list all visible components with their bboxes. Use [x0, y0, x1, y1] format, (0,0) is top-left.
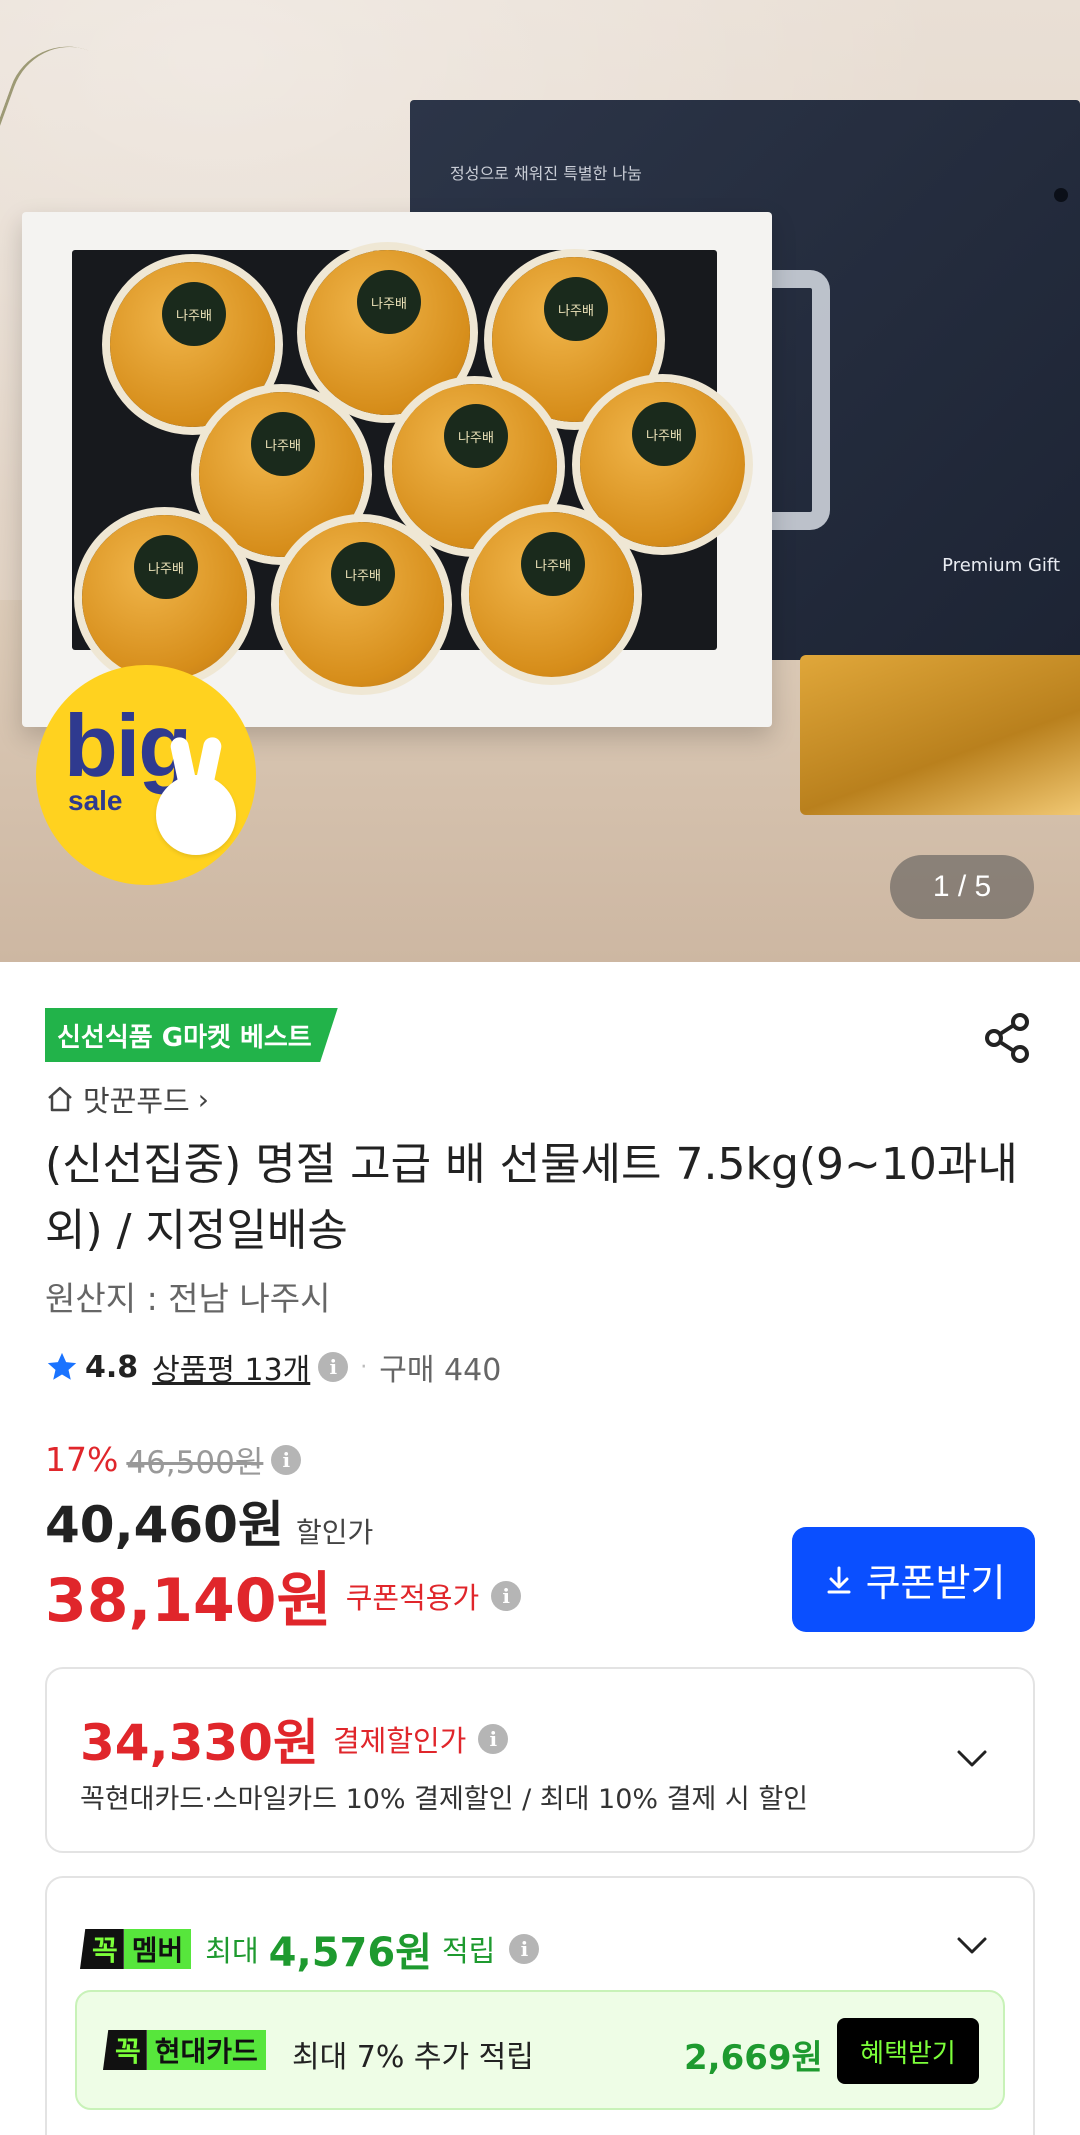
info-icon[interactable]: i [318, 1352, 349, 1382]
get-benefit-button[interactable]: 혜택받기 [837, 2018, 979, 2084]
home-icon [48, 1086, 72, 1112]
pear-sticker: 나주배 [444, 404, 508, 468]
image-counter: 1 / 5 [890, 855, 1034, 919]
rating-row: 4.8 상품평 13개 i · 구매 440 [45, 1345, 501, 1389]
product-image-carousel[interactable]: 정성으로 채워진 특별한 나눔 Premium Gift 나주배 나주배 나주배… [0, 0, 1080, 962]
pear-sticker: 나주배 [134, 535, 198, 599]
pear-sticker: 나주배 [331, 542, 395, 606]
payment-discount-row: 34,330원 결제할인가 i [80, 1703, 509, 1775]
get-coupon-button[interactable]: 쿠폰받기 [792, 1527, 1035, 1632]
sale-price-label: 할인가 [295, 1516, 374, 1549]
chevron-down-icon[interactable] [955, 1741, 989, 1775]
pear: 나주배 [82, 515, 247, 680]
pear: 나주배 [469, 512, 634, 677]
pear-sticker: 나주배 [544, 277, 608, 341]
pear-sticker: 나주배 [632, 402, 696, 466]
pear-sticker: 나주배 [357, 270, 421, 334]
pear: 나주배 [580, 382, 745, 547]
info-icon[interactable]: i [478, 1724, 509, 1754]
kk-member-tag: 꼭 멤버 [80, 1929, 192, 1969]
store-name: 맛꾼푸드 [83, 1084, 190, 1118]
payment-discount-card[interactable]: 34,330원 결제할인가 i 꼭현대카드·스마일카드 10% 결제할인 / 최… [45, 1667, 1035, 1853]
product-title: (신선집중) 명절 고급 배 선물세트 7.5kg(9~10과내외) / 지정일… [45, 1139, 1018, 1256]
kk-hyundai-tag: 꼭 현대카드 [103, 2030, 266, 2070]
chevron-right-icon: › [197, 1082, 209, 1116]
member-points-row: 꼭 멤버 최대 4,576원 적립 i [80, 1920, 540, 1978]
pear-sticker: 나주배 [521, 532, 585, 596]
info-icon[interactable]: i [491, 1580, 522, 1611]
member-max-label: 최대 [205, 1934, 259, 1968]
member-benefit-card: 꼭 멤버 최대 4,576원 적립 i 꼭 현대카드 최대 7% 추가 적립 2… [45, 1876, 1035, 2135]
separator-dot: · [360, 1354, 368, 1380]
pear-sticker: 나주배 [251, 412, 315, 476]
payment-discount-price: 34,330원 [80, 1714, 319, 1772]
box-tagline: 정성으로 채워진 특별한 나눔 [450, 164, 642, 183]
discount-row: 17% 46,500원 i [45, 1437, 302, 1482]
member-points: 4,576원 [268, 1930, 432, 1976]
pear-sticker: 나주배 [162, 282, 226, 346]
best-badge: 신선식품 G마켓 베스트 [45, 1008, 338, 1062]
purchase-count: 구매 440 [379, 1353, 502, 1388]
big-sale-badge: big sale [36, 665, 256, 885]
kk-tag-logo: 꼭 [80, 1929, 124, 1969]
sale-price-row: 40,460원 할인가 [45, 1485, 373, 1557]
kk-tag-logo: 꼭 [103, 2030, 147, 2070]
rating-score: 4.8 [85, 1349, 139, 1385]
star-icon [47, 1352, 77, 1380]
gift-box-open: 나주배 나주배 나주배 나주배 나주배 나주배 나주배 나주배 나주배 [22, 212, 772, 727]
download-icon [827, 1566, 851, 1593]
sale-price: 40,460원 [45, 1496, 284, 1554]
badge-sale-text: sale [68, 785, 123, 816]
review-count-link[interactable]: 상품평 13개 [152, 1345, 310, 1389]
gold-wrapping-cloth [800, 655, 1080, 815]
share-button[interactable] [980, 1010, 1036, 1066]
box-dot [1054, 188, 1068, 202]
coupon-price-label: 쿠폰적용가 [345, 1580, 480, 1615]
box-brand: Premium Gift [942, 555, 1060, 576]
share-icon [985, 1013, 1029, 1063]
payment-discount-label: 결제할인가 [332, 1724, 467, 1758]
info-icon[interactable]: i [271, 1444, 302, 1475]
kk-tag-name: 멤버 [123, 1929, 192, 1969]
store-link[interactable]: 맛꾼푸드 › [45, 1078, 209, 1120]
discount-percent: 17% [45, 1440, 119, 1479]
hyundai-card-benefit: 꼭 현대카드 최대 7% 추가 적립 2,669원 혜택받기 [75, 1990, 1005, 2110]
coupon-price-row: 38,140원 쿠폰적용가 i [45, 1552, 522, 1639]
chevron-down-icon[interactable] [955, 1928, 989, 1962]
product-origin: 원산지 : 전남 나주시 [45, 1279, 331, 1318]
bunny-icon [156, 775, 236, 855]
payment-discount-description: 꼭현대카드·스마일카드 10% 결제할인 / 최대 10% 결제 시 할인 [80, 1784, 809, 1815]
pear: 나주배 [279, 522, 444, 687]
info-icon[interactable]: i [509, 1934, 540, 1964]
coupon-price: 38,140원 [45, 1566, 332, 1636]
hyundai-card-text: 최대 7% 추가 적립 [292, 2040, 534, 2075]
original-price: 46,500원 [126, 1445, 264, 1481]
get-coupon-label: 쿠폰받기 [865, 1561, 1006, 1605]
kk-tag-name: 현대카드 [146, 2030, 266, 2070]
member-accrue-label: 적립 [442, 1934, 496, 1968]
hyundai-card-amount: 2,669원 [684, 2038, 823, 2078]
